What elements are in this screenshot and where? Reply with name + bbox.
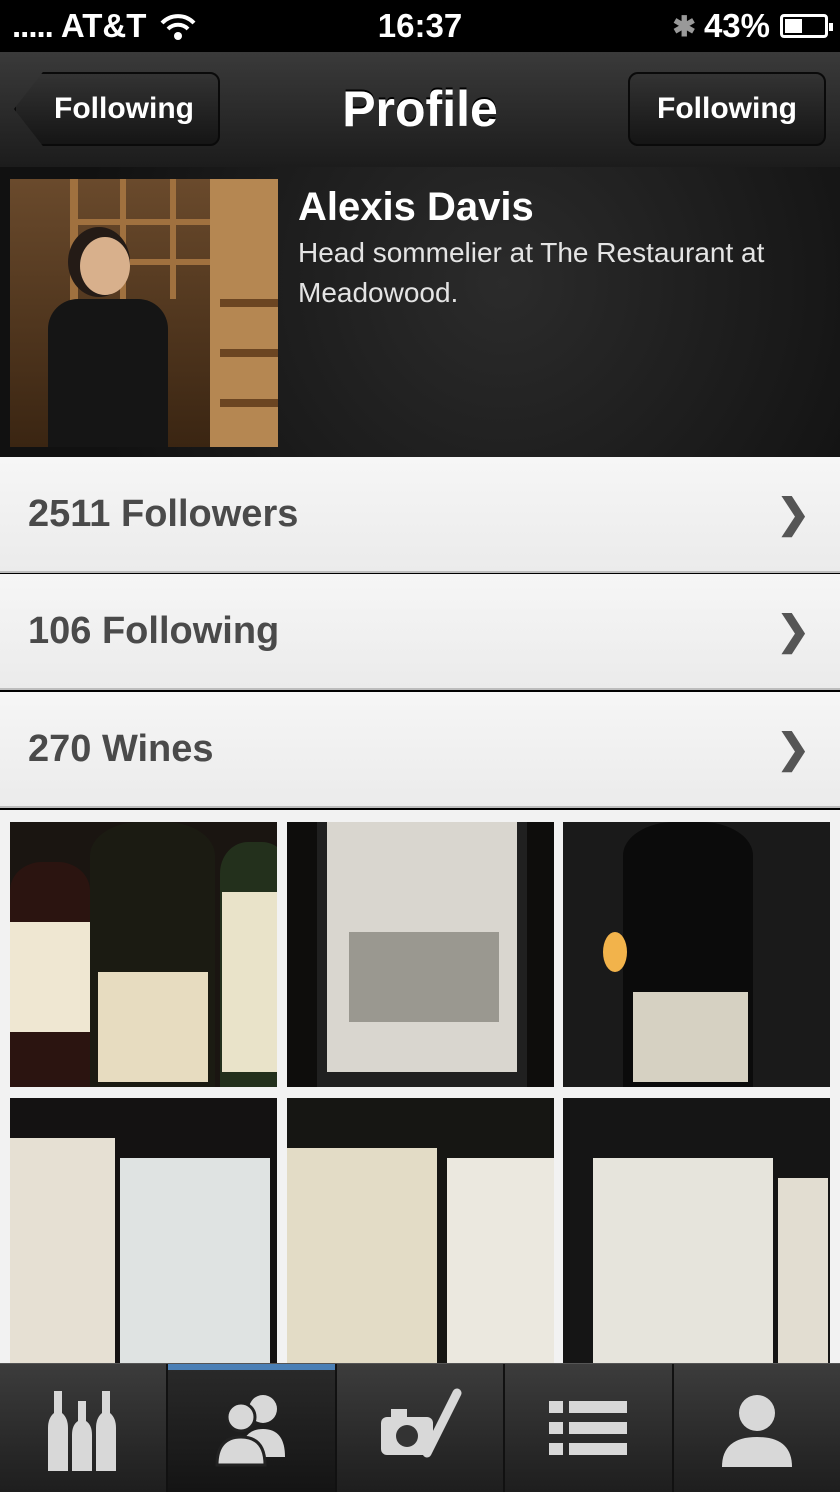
profile-header: Alexis Davis Head sommelier at The Resta… [0, 167, 840, 457]
navigation-bar: Following Profile Following [0, 52, 840, 168]
avatar-person [48, 237, 168, 447]
bottles-icon [48, 1391, 117, 1471]
battery-icon [780, 14, 833, 38]
friends-icon [215, 1395, 285, 1467]
follow-toggle-button[interactable]: Following [628, 72, 826, 146]
profile-bio: Head sommelier at The Restaurant at Mead… [298, 237, 765, 308]
following-label: 106 Following [28, 610, 280, 652]
tab-wines[interactable] [0, 1364, 169, 1492]
chevron-right-icon: ❯ [776, 609, 810, 653]
wine-photo-2[interactable] [287, 822, 554, 1087]
status-right: ✱ 43% [672, 7, 833, 45]
wine-photo-4[interactable] [10, 1098, 277, 1363]
chevron-right-icon: ❯ [776, 492, 810, 536]
list-icon [549, 1401, 628, 1455]
followers-label: 2511 Followers [28, 493, 299, 535]
wines-row[interactable]: 270 Wines ❯ [0, 692, 840, 808]
tab-list[interactable] [505, 1364, 674, 1492]
wine-photo-3[interactable] [563, 822, 830, 1087]
tab-friends[interactable] [168, 1364, 337, 1492]
tab-profile[interactable] [674, 1364, 840, 1492]
profile-name: Alexis Davis [298, 185, 534, 229]
wine-photo-6[interactable] [563, 1098, 830, 1363]
avatar[interactable] [10, 179, 278, 447]
following-row[interactable]: 106 Following ❯ [0, 574, 840, 690]
tab-camera[interactable] [337, 1364, 506, 1492]
camera-icon [381, 1388, 462, 1458]
wine-photo-grid [0, 810, 840, 1363]
chevron-right-icon: ❯ [776, 727, 810, 771]
wine-photo-5[interactable] [287, 1098, 554, 1363]
profile-icon [721, 1395, 792, 1467]
wine-photo-1[interactable] [10, 822, 277, 1087]
followers-row[interactable]: 2511 Followers ❯ [0, 457, 840, 573]
wines-label: 270 Wines [28, 728, 214, 770]
bluetooth-icon: ✱ [672, 10, 696, 42]
battery-percent: 43% [703, 7, 770, 44]
status-bar: ..... AT&T 16:37 ✱ 43% [0, 0, 840, 52]
tab-bar [0, 1363, 840, 1492]
